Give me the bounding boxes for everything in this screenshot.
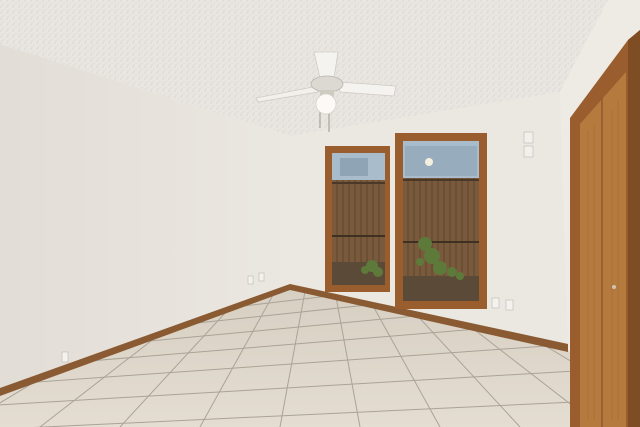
light-switch-icon	[523, 145, 534, 158]
light-switch-icon	[523, 131, 534, 144]
window-right	[395, 133, 487, 309]
outlet-icon	[61, 351, 69, 363]
outlet-icon	[247, 275, 254, 285]
window-left	[325, 146, 390, 292]
outlet-icon	[491, 297, 500, 309]
outlet-icon	[258, 272, 265, 282]
outlet-icon	[505, 299, 514, 311]
room-svg	[0, 0, 640, 427]
room-scene	[0, 0, 640, 427]
